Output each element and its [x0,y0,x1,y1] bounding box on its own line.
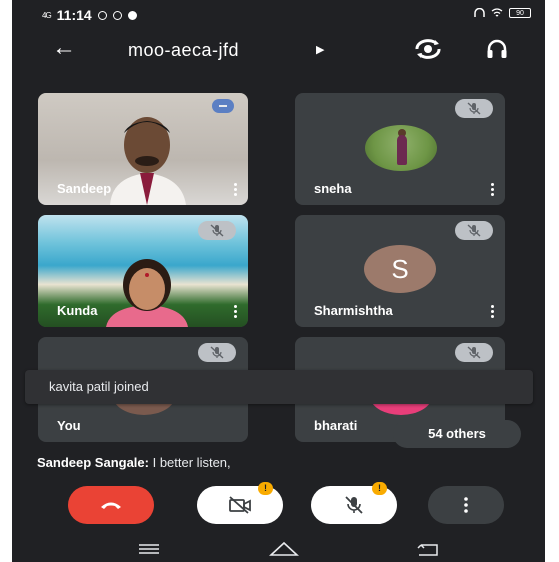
caret-right-icon[interactable]: ▶ [316,43,324,56]
more-options-icon[interactable] [234,305,238,318]
participant-name: Kunda [57,303,98,318]
headphones-icon[interactable] [486,39,508,59]
join-notification-toast: kavita patil joined [25,370,533,404]
participant-tile[interactable]: S Sharmishtha [295,215,505,327]
back-nav-icon[interactable] [417,543,439,557]
system-navigation-bar [12,534,545,562]
muted-mic-icon [455,343,493,362]
speaking-indicator-icon [212,99,234,113]
notification-icon [112,10,122,20]
meet-screen: 4G 11:14 90 ← moo-aeca-jfd ▶ Sandeep sne… [12,0,545,562]
headset-status-icon [474,8,485,17]
more-options-icon[interactable] [234,183,238,196]
participant-name: sneha [314,181,352,196]
participant-tile[interactable]: sneha [295,93,505,205]
others-chip[interactable]: 54 others [393,420,521,448]
switch-camera-icon[interactable] [413,37,443,61]
camera-off-icon [229,496,251,514]
meeting-title[interactable]: moo-aeca-jfd [128,40,239,61]
muted-mic-icon [455,221,493,240]
avatar [365,125,437,171]
live-caption: Sandeep Sangale: I better listen, [37,455,231,470]
avatar: S [364,245,436,293]
recents-menu-icon[interactable] [138,544,160,554]
more-options-button[interactable] [428,486,504,524]
battery-icon: 90 [509,8,531,18]
top-bar: ← moo-aeca-jfd ▶ [12,30,545,70]
microphone-toggle-button[interactable]: ! [311,482,397,524]
more-options-icon[interactable] [491,183,495,196]
camera-toggle-button[interactable]: ! [197,482,283,524]
notification-icon [127,10,137,20]
muted-mic-icon [198,343,236,362]
back-arrow-icon[interactable]: ← [52,34,76,62]
participant-video-person [110,117,186,205]
participant-video-person [106,259,188,327]
caption-text: I better listen, [148,455,231,470]
wifi-status-icon [491,8,503,17]
warning-badge: ! [372,482,387,495]
status-bar: 4G 11:14 90 [12,0,545,30]
participant-name: Sharmishtha [314,303,393,318]
clock: 11:14 [56,7,92,23]
muted-mic-icon [455,99,493,118]
mic-off-icon [345,496,363,514]
home-icon[interactable] [269,541,299,557]
more-vert-icon [464,497,468,513]
end-call-button[interactable] [68,486,154,524]
notification-icon [97,10,107,20]
participant-tile[interactable]: Sandeep [38,93,248,205]
toast-text: kavita patil joined [49,379,149,394]
participant-name: bharati [314,418,358,433]
signal-label: 4G [42,10,52,20]
participant-tile[interactable]: Kunda [38,215,248,327]
more-options-icon[interactable] [491,305,495,318]
participant-name: Sandeep [57,181,112,196]
hang-up-icon [101,502,121,509]
warning-badge: ! [258,482,273,495]
participant-name: You [57,418,81,433]
muted-mic-icon [198,221,236,240]
caption-speaker: Sandeep Sangale: [37,455,149,470]
